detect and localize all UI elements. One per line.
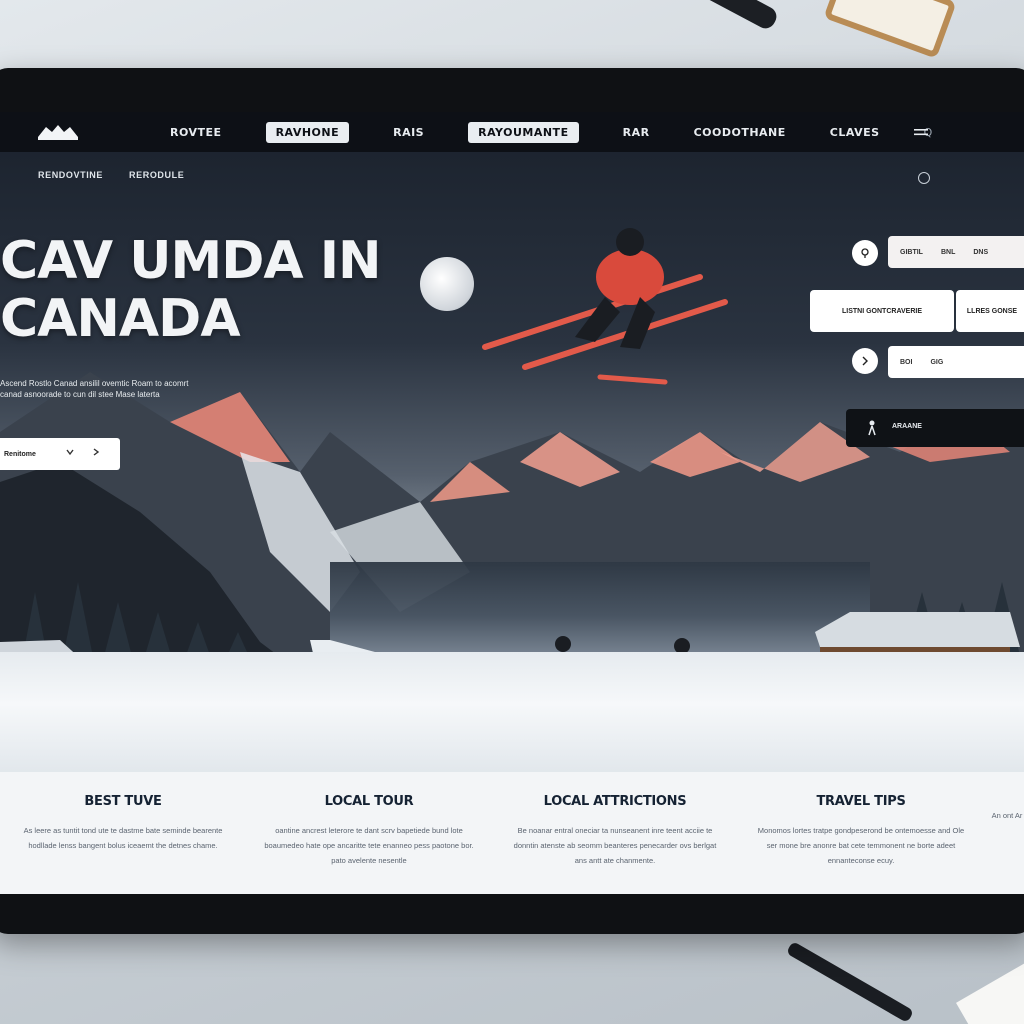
moon <box>420 257 474 311</box>
feature-text: Be noanar entral oneciar ta nunseanent i… <box>513 826 717 865</box>
feature-title: BEST TUVE <box>84 794 162 809</box>
feature-card-5[interactable]: An ont Ar <box>984 772 1024 894</box>
location-button[interactable] <box>852 240 878 266</box>
dark-info-card[interactable]: ARAANE <box>846 409 1024 447</box>
subnav-item-2[interactable]: RERODULE <box>129 170 184 180</box>
dark-card-label: ARAANE <box>892 423 922 430</box>
nav-item-6[interactable]: COODOTHANE <box>694 126 786 139</box>
sub-navigation: RENDOVTINE RERODULE <box>38 170 184 180</box>
nav-menu: ROVTEE RAVHONE RAIS RAYOUMANTE RAR COODO… <box>170 112 977 152</box>
hero-title: CAV UMDA IN CANADA <box>0 231 382 349</box>
nav-item-7[interactable]: CLAVES <box>830 126 880 139</box>
feature-title: LOCAL TOUR <box>324 794 414 809</box>
hero-subtitle: Ascend Rostlo Canad ansilil ovemtic Roam… <box>0 379 189 399</box>
subnav-item-1[interactable]: RENDOVTINE <box>38 170 103 180</box>
info-pill-1-text-2: BNL <box>940 248 956 256</box>
feature-text: Monomos lortes tratpe gondpeserond be on… <box>757 826 965 865</box>
hamburger-menu-icon[interactable] <box>914 126 928 138</box>
info-card-1[interactable]: LISTNI GONTCRAVERIE <box>810 290 954 332</box>
chevron-down-icon <box>66 449 74 456</box>
website-screen: ROVTEE RAVHONE RAIS RAYOUMANTE RAR COODO… <box>0 112 1024 894</box>
logo-icon[interactable] <box>36 123 80 141</box>
cta-button[interactable]: Renitome <box>0 438 120 470</box>
location-pin-icon <box>861 248 869 258</box>
feature-text: An ont Ar <box>991 811 1023 820</box>
info-pill-1[interactable]: GIBTIL BNL DNS <box>888 236 1024 268</box>
feature-card-3[interactable]: LOCAL ATTRICTIONS Be noanar entral oneci… <box>492 772 738 894</box>
nav-item-3[interactable]: RAIS <box>393 126 424 139</box>
info-pill-2[interactable]: BOI GIG <box>888 346 1024 378</box>
nav-item-4[interactable]: RAYOUMANTE <box>468 121 579 143</box>
feature-title: LOCAL ATTRICTIONS <box>543 794 687 809</box>
info-pill-1-text-1: GIBTIL <box>900 248 923 256</box>
chevron-right-icon <box>862 356 868 366</box>
nav-item-2[interactable]: RAVHONE <box>265 121 350 143</box>
feature-text: As leere as tuntit tond ute te dastme ba… <box>23 826 223 850</box>
nav-item-1[interactable]: ROVTEE <box>170 126 222 139</box>
info-pill-2-text-1: BOI <box>900 358 913 366</box>
top-navigation: ROVTEE RAVHONE RAIS RAYOUMANTE RAR COODO… <box>0 112 1024 152</box>
feature-card-2[interactable]: LOCAL TOUR oantine ancrest leterore te d… <box>246 772 492 894</box>
feature-card-1[interactable]: BEST TUVE As leere as tuntit tond ute te… <box>0 772 246 894</box>
info-icon[interactable] <box>918 172 930 184</box>
skier-jump-figure <box>482 228 728 385</box>
skier-icon <box>868 420 876 436</box>
feature-card-4[interactable]: TRAVEL TIPS Monomos lortes tratpe gondpe… <box>738 772 984 894</box>
cta-label: Renitome <box>4 450 36 458</box>
direction-button[interactable] <box>852 348 878 374</box>
hero-title-line-1: CAV UMDA IN <box>0 231 382 291</box>
features-strip: BEST TUVE As leere as tuntit tond ute te… <box>0 772 1024 894</box>
info-pill-1-text-3: DNS <box>973 248 989 256</box>
feature-title: TRAVEL TIPS <box>816 794 906 809</box>
info-pill-2-text-2: GIG <box>930 358 944 366</box>
hero-title-line-2: CANADA <box>0 289 241 349</box>
nav-item-5[interactable]: RAR <box>623 126 650 139</box>
chevron-right-icon <box>93 448 100 456</box>
feature-text: oantine ancrest leterore te dant scrv ba… <box>264 826 474 865</box>
ski-slope <box>0 652 1024 772</box>
info-card-2[interactable]: LLRES GONSE <box>956 290 1024 332</box>
